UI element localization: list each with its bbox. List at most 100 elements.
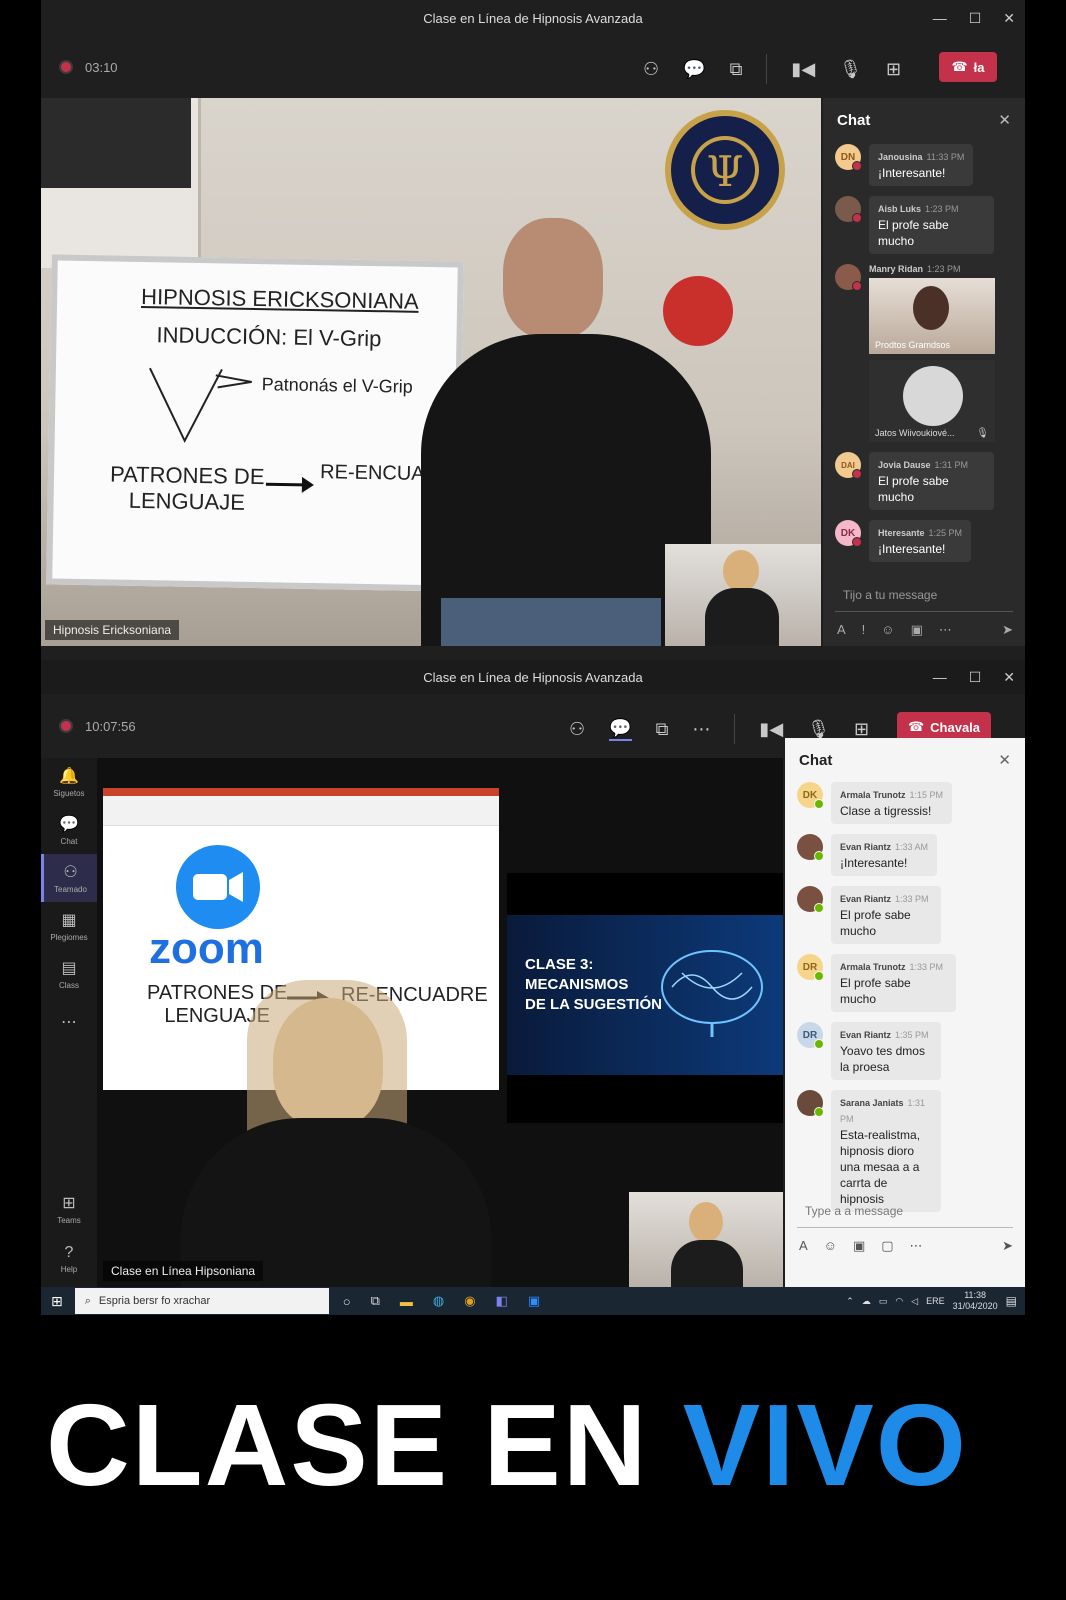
cortana-icon[interactable]: ○: [343, 1294, 351, 1309]
participants-icon[interactable]: ⚇: [569, 719, 585, 740]
brain-icon: [661, 950, 763, 1037]
avatar: [797, 1090, 824, 1117]
brain-slide-text: CLASE 3: MECANISMOS DE LA SUGESTIÓN: [525, 956, 662, 1013]
battery-icon: ▭: [878, 1295, 888, 1306]
chat-toggle-icon[interactable]: 💬: [609, 718, 632, 741]
mic-off-icon: 🎙: [976, 428, 989, 439]
close-icon[interactable]: ✕: [1003, 669, 1015, 686]
recording-icon: [59, 719, 73, 733]
chrome-icon[interactable]: ◉: [464, 1293, 475, 1309]
seal-logo: Ψ: [665, 110, 785, 230]
banner-white-text: CLASE EN: [46, 1380, 683, 1510]
avatar: [797, 886, 824, 913]
more-icon[interactable]: ⋯: [910, 1238, 923, 1254]
tile-avatar: [903, 366, 963, 426]
emoji-icon[interactable]: ☺: [881, 622, 894, 638]
share-tray-icon[interactable]: ⧉: [730, 59, 743, 80]
sticker-icon[interactable]: ▢: [881, 1238, 893, 1254]
compose-toolbar: A ! ☺ ▣ ⋯ ➤: [837, 622, 1013, 638]
edge-icon[interactable]: ◍: [433, 1293, 444, 1309]
compose-toolbar: A ☺ ▣ ▢ ⋯ ➤: [799, 1238, 1013, 1254]
meeting-toolbar: 03:10 ⚇ 💬 ⧉ ▮◀ 🎙 ⊞ ☎ ła: [41, 36, 1025, 98]
camera-off-icon[interactable]: ▮◀: [759, 719, 783, 740]
recording-icon: [59, 60, 73, 74]
file-explorer-icon[interactable]: ▬: [400, 1294, 413, 1309]
maximize-icon[interactable]: ☐: [969, 669, 982, 686]
more-actions-icon[interactable]: ⋯: [692, 719, 710, 740]
minimize-icon[interactable]: —: [933, 10, 947, 26]
avatar: DR: [797, 1022, 824, 1049]
meeting-window-top: Clase en Línea de Hipnosis Avanzada — ☐ …: [41, 0, 1025, 660]
message-bubble: Armala Trunotz 1:15 PM Clase a tigressis!: [831, 782, 953, 824]
message-bubble: Evan Riantz 1:33 AM ¡Interesante!: [831, 834, 938, 876]
sticker-icon[interactable]: ▣: [911, 622, 923, 638]
rail-item-files[interactable]: ▤ Class: [41, 950, 97, 998]
more-icon[interactable]: ⋯: [939, 622, 952, 638]
self-view-body: [671, 1240, 743, 1287]
notification-icon[interactable]: ▤: [1006, 1294, 1017, 1308]
chat-title: Chat: [799, 751, 833, 769]
language-indicator[interactable]: ERE: [926, 1296, 945, 1306]
format-icon[interactable]: A: [799, 1238, 808, 1254]
share-tray-icon[interactable]: ⧉: [656, 719, 669, 740]
tray-chevron-icon[interactable]: ⌃: [846, 1296, 854, 1307]
mic-off-icon[interactable]: 🎙: [807, 719, 830, 740]
message-with-tiles: Manry Ridan 1:23 PM Prodtos Gramdsos Jato…: [869, 264, 995, 442]
camera-icon[interactable]: ▮◀: [791, 59, 815, 80]
whiteboard-line3: Patnonás el V-Grip: [261, 374, 413, 397]
leave-button[interactable]: ☎ ła: [939, 52, 997, 82]
red-circle-decor: [663, 276, 733, 346]
chat-toggle-icon[interactable]: 💬: [683, 59, 705, 80]
phone-icon: ☎: [951, 59, 968, 74]
chat-icon: 💬: [59, 816, 79, 833]
arrow-drawing: [265, 476, 314, 493]
maximize-icon[interactable]: ☐: [969, 10, 982, 27]
rail-item-apps[interactable]: ⊞ Teams: [41, 1185, 97, 1233]
emoji-icon[interactable]: ☺: [824, 1238, 837, 1254]
toolbar-separator: [766, 54, 768, 84]
cabinet-dark: [41, 98, 191, 188]
rail-item-teams[interactable]: ⚇ Teamado: [41, 854, 97, 902]
participants-icon[interactable]: ⚇: [643, 59, 659, 80]
share-screen-icon[interactable]: ⊞: [854, 719, 869, 740]
whiteboard: HIPNOSIS ERICKSONIANA INDUCCIÓN: El V-Gr…: [46, 254, 467, 592]
presenter-head: [503, 218, 603, 338]
gif-icon[interactable]: ▣: [853, 1238, 865, 1254]
mic-off-icon[interactable]: 🎙: [839, 59, 862, 80]
volume-icon: ◁: [911, 1295, 919, 1306]
send-icon[interactable]: ➤: [1002, 1238, 1013, 1254]
important-icon[interactable]: !: [862, 622, 866, 638]
message-bubble: Hteresante 1:25 PM ¡Interesante!: [869, 520, 972, 562]
apps-icon: ⊞: [62, 1195, 76, 1212]
avatar: [835, 196, 862, 223]
close-icon[interactable]: ✕: [1003, 10, 1015, 27]
taskbar-clock[interactable]: 11:38 31/04/2020: [953, 1290, 998, 1312]
chat-panel: Chat ✕ DK Armala Trunotz 1:15 PM Clase a …: [785, 738, 1025, 1287]
chat-close-icon[interactable]: ✕: [998, 111, 1011, 129]
taskbar-search[interactable]: ⌕ Espria bersr fo xrachar: [74, 1288, 329, 1314]
message-bubble: Jovia Dause 1:31 PM El profe sabe mucho: [869, 452, 994, 510]
rail-more[interactable]: ⋯: [41, 998, 97, 1046]
chat-panel: Chat ✕ DN Janousina 11:33 PM ¡Interesante…: [823, 98, 1025, 646]
zoom-taskbar-icon[interactable]: ▣: [528, 1293, 540, 1309]
app-icon[interactable]: ◧: [496, 1293, 508, 1309]
rail-item-calendar[interactable]: ▦ Plegiomes: [41, 902, 97, 950]
chat-compose-input[interactable]: Tijo a tu message: [835, 578, 1013, 612]
self-view-tile: [665, 544, 821, 646]
send-icon[interactable]: ➤: [1002, 622, 1013, 638]
windows-start-icon[interactable]: ⊞: [51, 1293, 63, 1310]
share-screen-icon[interactable]: ⊞: [886, 59, 901, 80]
rail-item-help[interactable]: ? Help: [41, 1235, 97, 1283]
calendar-icon: ▦: [61, 912, 77, 929]
chat-close-icon[interactable]: ✕: [998, 751, 1011, 769]
avatar: DK: [797, 782, 824, 809]
rail-item-chat[interactable]: 💬 Chat: [41, 806, 97, 854]
format-icon[interactable]: A: [837, 622, 846, 638]
chat-title: Chat: [837, 111, 871, 129]
bell-icon: 🔔: [59, 768, 79, 785]
rail-item-activity[interactable]: 🔔 Siguetos: [41, 758, 97, 806]
chat-compose-input[interactable]: Type a a message: [797, 1194, 1013, 1228]
task-view-icon[interactable]: ⧉: [371, 1293, 380, 1309]
minimize-icon[interactable]: —: [933, 669, 947, 685]
chat-message: DK Armala Trunotz 1:15 PM Clase a tigress…: [797, 782, 1015, 824]
